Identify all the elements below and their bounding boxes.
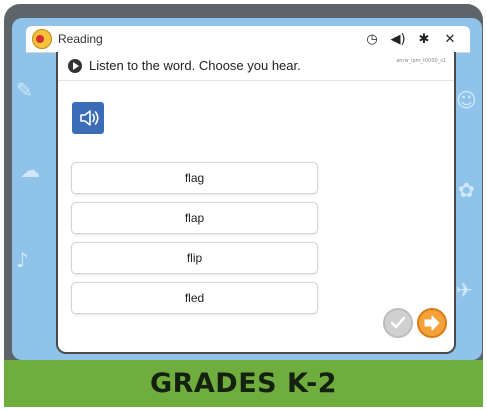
decorative-doodle-icon: ☺: [456, 88, 477, 112]
checkmark-icon: [390, 316, 406, 329]
grade-label: GRADES K-2: [149, 368, 338, 399]
answer-choice[interactable]: flap: [71, 202, 318, 234]
instruction-text: Listen to the word. Choose you hear.: [89, 58, 301, 73]
grade-banner: GRADES K-2: [4, 360, 483, 407]
decorative-doodle-icon: ✈: [456, 278, 473, 302]
item-id-label: ahrw_lpm_t0000_s1: [396, 58, 446, 64]
arrow-right-icon: [424, 315, 440, 331]
check-answer-button[interactable]: [383, 308, 413, 338]
answer-choice[interactable]: fled: [71, 282, 318, 314]
device-frame: ✎ ☁ ♪ ☺ ✿ ✈ Reading ◷ ◀) ✱ ✕ Listen to t…: [4, 4, 483, 360]
decorative-doodle-icon: ✿: [458, 178, 475, 202]
next-button[interactable]: [417, 308, 447, 338]
speaker-icon: [80, 110, 99, 126]
history-icon[interactable]: ◷: [364, 32, 380, 47]
reading-app-icon: [32, 29, 52, 49]
instruction-row: Listen to the word. Choose you hear.: [68, 58, 301, 73]
decorative-doodle-icon: ☁: [20, 158, 40, 182]
divider: [58, 80, 454, 81]
title-bar: Reading ◷ ◀) ✱ ✕: [26, 26, 470, 53]
question-panel: Listen to the word. Choose you hear. ahr…: [56, 52, 456, 354]
volume-icon[interactable]: ◀): [390, 32, 406, 47]
answer-choice[interactable]: flip: [71, 242, 318, 274]
decorative-doodle-icon: ♪: [16, 248, 29, 272]
decorative-doodle-icon: ✎: [16, 78, 33, 102]
play-audio-button[interactable]: [72, 102, 104, 134]
close-icon[interactable]: ✕: [442, 32, 458, 47]
answer-choice[interactable]: flag: [71, 162, 318, 194]
play-instruction-icon[interactable]: [68, 58, 82, 73]
app-background: ✎ ☁ ♪ ☺ ✿ ✈ Reading ◷ ◀) ✱ ✕ Listen to t…: [12, 18, 482, 360]
app-title: Reading: [58, 32, 103, 46]
settings-gear-icon[interactable]: ✱: [416, 32, 432, 47]
title-bar-actions: ◷ ◀) ✱ ✕: [364, 32, 458, 47]
